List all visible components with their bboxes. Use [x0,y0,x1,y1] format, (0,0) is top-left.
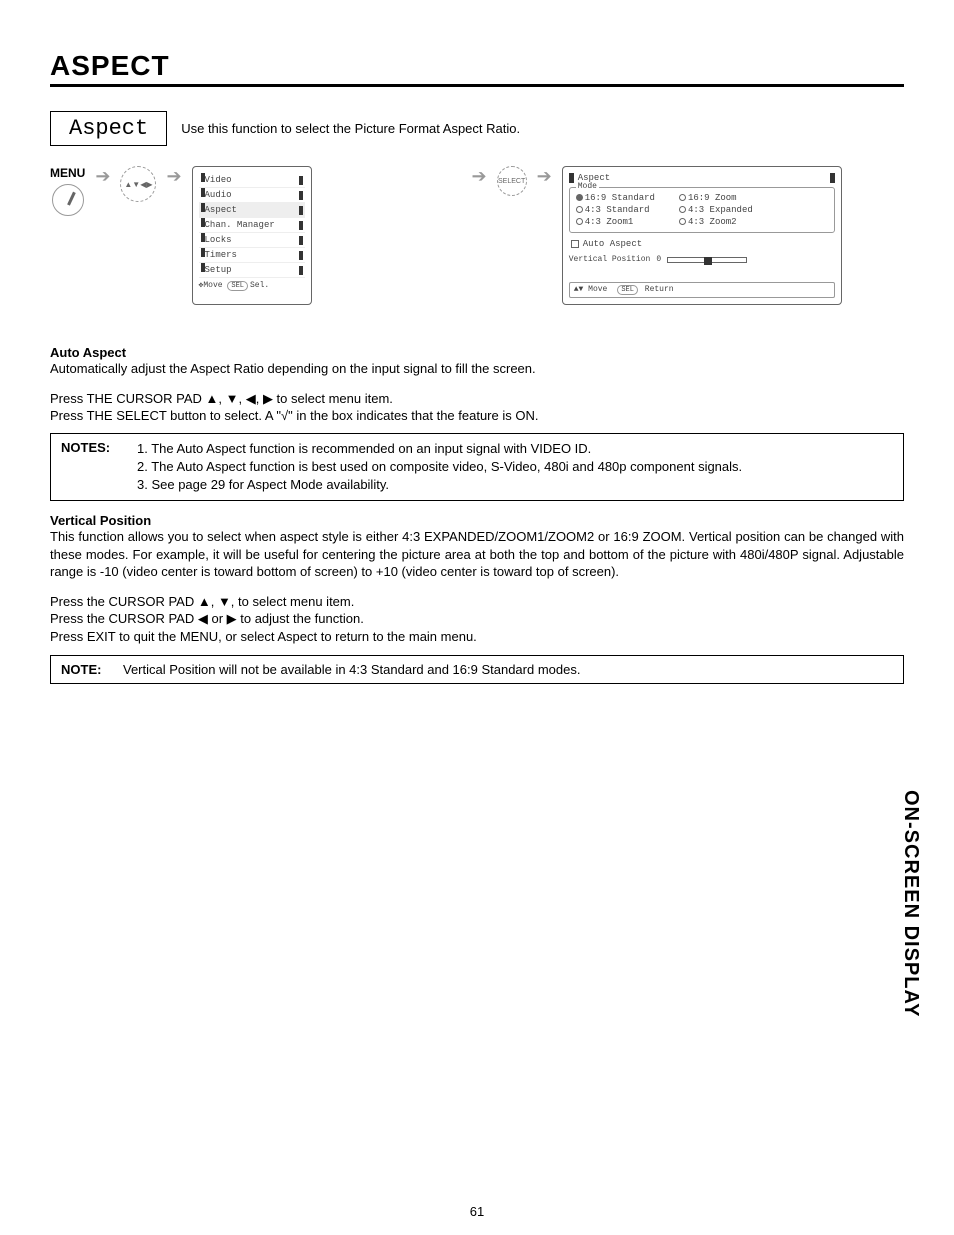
radio-icon [679,218,686,225]
auto-aspect-heading: Auto Aspect [50,345,904,360]
vpos-value: 0 [656,255,661,264]
radio-icon [679,206,686,213]
aspect-box-label: Aspect [50,111,167,146]
header-row: Aspect Use this function to select the P… [50,111,904,146]
menu-illustration-row: MENU ➔ ▲▼◀▶ ➔ Video Audio Aspect Chan. M… [50,166,904,305]
mode-col-right: 16:9 Zoom 4:3 Expanded 4:3 Zoom2 [679,192,753,228]
footer-return: Return [645,285,674,294]
menu-button-graphic: MENU [50,166,85,305]
list-item: Video [199,173,305,188]
note-label: NOTE: [61,662,109,677]
vpos-row: Vertical Position 0 [569,255,835,264]
note-item: 2. The Auto Aspect function is best used… [137,458,742,476]
vpos-instr-3: Press EXIT to quit the MENU, or select A… [50,628,904,646]
arrow-icon: ➔ [472,166,487,305]
menu-item-label: Video [205,175,232,185]
mode-group: Mode 16:9 Standard 4:3 Standard 4:3 Zoom… [569,187,835,233]
mode-col-left: 16:9 Standard 4:3 Standard 4:3 Zoom1 [576,192,655,228]
list-item: Aspect [199,203,305,218]
radio-icon [679,194,686,201]
list-item: Setup [199,263,305,278]
menu-label: MENU [50,166,85,180]
vpos-instr-1: Press the CURSOR PAD ▲, ▼, to select men… [50,593,904,611]
arrow-icon: ➔ [537,166,552,305]
sel-pill: SEL [617,285,638,295]
auto-aspect-body: Automatically adjust the Aspect Ratio de… [50,360,904,378]
side-tab: ON-SCREEN DISPLAY [899,790,922,1017]
osd-title: Aspect [569,173,835,183]
footer-move: Move [203,281,222,290]
sel-pill: SEL [227,281,248,291]
osd-footer-hint: ✥Move SELSel. [199,278,305,291]
mode-option: 4:3 Zoom1 [585,217,634,227]
page-number: 61 [0,1204,954,1219]
auto-aspect-instr-2: Press THE SELECT button to select. A "√"… [50,407,904,425]
menu-item-label: Audio [205,190,232,200]
note-item: 3. See page 29 for Aspect Mode availabil… [137,476,742,494]
radio-icon [576,218,583,225]
list-item: Locks [199,233,305,248]
cursor-pad-icon: ▲▼◀▶ [120,166,156,202]
intro-text: Use this function to select the Picture … [181,121,520,136]
select-dial-icon: SELECT [497,166,527,196]
menu-item-label: Setup [205,265,232,275]
list-item: Audio [199,188,305,203]
radio-icon [576,206,583,213]
vpos-heading: Vertical Position [50,513,904,528]
osd-main-menu: Video Audio Aspect Chan. Manager Locks T… [192,166,312,305]
vpos-instr-2: Press the CURSOR PAD ◀ or ▶ to adjust th… [50,610,904,628]
slider-track-icon [667,257,747,263]
vpos-label: Vertical Position [569,255,651,264]
menu-dial-icon [52,184,84,216]
notes-list: 1. The Auto Aspect function is recommend… [137,440,742,495]
menu-item-label: Locks [205,235,232,245]
note-item: 1. The Auto Aspect function is recommend… [137,440,742,458]
notes-label: NOTES: [61,440,125,495]
auto-aspect-instr-1: Press THE CURSOR PAD ▲, ▼, ◀, ▶ to selec… [50,390,904,408]
page-title: ASPECT [50,50,904,87]
slider-thumb-icon [704,257,712,265]
auto-aspect-row: Auto Aspect [571,239,833,249]
note-text: Vertical Position will not be available … [123,662,580,677]
mode-group-title: Mode [576,182,599,191]
menu-item-label: Chan. Manager [205,220,275,230]
notes-box-2: NOTE: Vertical Position will not be avai… [50,655,904,684]
mode-option: 4:3 Standard [585,205,650,215]
checkbox-icon [571,240,579,248]
mode-option: 16:9 Standard [585,193,655,203]
osd-aspect-menu: Aspect Mode 16:9 Standard 4:3 Standard 4… [562,166,842,305]
mode-option: 16:9 Zoom [688,193,737,203]
footer-move: Move [588,285,607,294]
mode-option: 4:3 Expanded [688,205,753,215]
arrow-icon: ➔ [95,166,110,305]
list-item: Chan. Manager [199,218,305,233]
menu-item-label: Aspect [205,205,237,215]
menu-item-label: Timers [205,250,237,260]
list-item: Timers [199,248,305,263]
vpos-body: This function allows you to select when … [50,528,904,581]
footer-sel: Sel. [250,281,269,290]
auto-aspect-label: Auto Aspect [583,239,642,249]
radio-icon [576,194,583,201]
osd-footer: ▲▼ Move SEL Return [569,282,835,298]
mode-option: 4:3 Zoom2 [688,217,737,227]
arrow-icon: ➔ [166,166,181,305]
notes-box-1: NOTES: 1. The Auto Aspect function is re… [50,433,904,502]
